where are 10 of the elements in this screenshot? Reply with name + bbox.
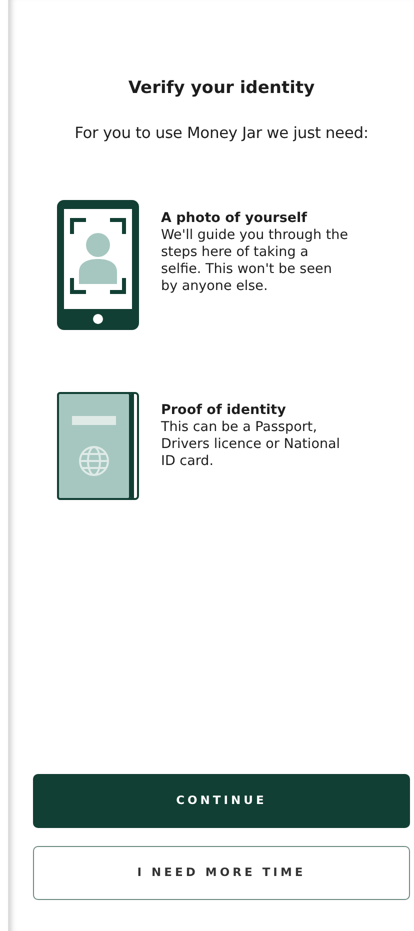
requirement-description: This can be a Passport, Drivers licence or National ID card.: [161, 418, 342, 470]
page-title: Verify your identity: [127, 77, 316, 100]
passport-icon: [57, 392, 139, 500]
more-time-button[interactable]: I NEED MORE TIME: [33, 846, 410, 900]
phone-selfie-icon: [57, 200, 139, 330]
requirement-heading: A photo of yourself: [161, 210, 308, 227]
requirement-description: We'll guide you through the steps here of taking a selfie. This won't be seen by anyone else.: [161, 226, 349, 295]
intro-text: For you to use Money Jar we just need:: [74, 122, 370, 144]
continue-button[interactable]: CONTINUE: [33, 774, 410, 828]
requirement-heading: Proof of identity: [161, 402, 287, 419]
